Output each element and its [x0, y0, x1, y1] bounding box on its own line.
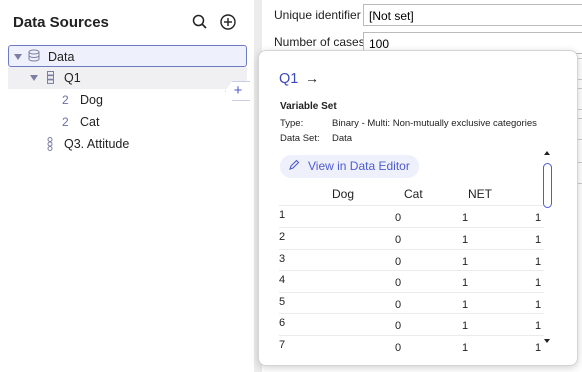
variable-set-icon — [47, 71, 54, 87]
cell-net: 1 — [535, 342, 542, 354]
row-id: 1 — [279, 209, 286, 221]
cell-dog: 0 — [395, 212, 402, 224]
cell-dog: 0 — [395, 342, 402, 354]
tree-item-label: Data — [48, 50, 75, 64]
row-id: 6 — [279, 317, 286, 329]
cell-dog: 0 — [395, 234, 402, 246]
cell-cat: 1 — [462, 342, 469, 354]
number-of-cases-label: Number of cases — [274, 35, 365, 49]
scrollbar-thumb[interactable] — [543, 163, 552, 208]
table-row: 5 0 1 1 — [279, 292, 544, 314]
unique-identifier-field[interactable]: [Not set] — [363, 4, 582, 26]
row-id: 7 — [279, 339, 286, 351]
scroll-up-arrow[interactable] — [544, 151, 550, 155]
dataset-value: Data — [332, 133, 353, 144]
type-label: Type: — [280, 118, 304, 129]
column-header-net: NET — [468, 187, 492, 201]
unique-identifier-label: Unique identifier — [274, 8, 361, 22]
column-header-cat: Cat — [404, 187, 423, 201]
view-in-data-editor-button[interactable]: View in Data Editor — [280, 155, 419, 178]
popup-title-link[interactable]: Q1 — [279, 71, 298, 87]
cell-net: 1 — [535, 277, 542, 289]
cell-dog: 0 — [395, 277, 402, 289]
tree-item-label: Cat — [80, 115, 100, 129]
ordinal-icon — [47, 137, 53, 154]
cell-net: 1 — [535, 256, 542, 268]
pencil-icon — [288, 159, 300, 174]
cell-dog: 0 — [395, 299, 402, 311]
row-id: 3 — [279, 253, 286, 265]
search-icon[interactable] — [191, 13, 209, 31]
table-row: 7 0 1 1 — [279, 335, 544, 357]
database-icon — [28, 49, 40, 65]
row-id: 4 — [279, 274, 286, 286]
tree-item-dog[interactable]: 2 Dog — [8, 89, 247, 111]
column-header-dog: Dog — [332, 187, 355, 201]
button-label: View in Data Editor — [308, 159, 410, 173]
cell-dog: 0 — [395, 256, 402, 268]
panel-title: Data Sources — [13, 14, 109, 31]
table-row: 1 0 1 1 — [279, 205, 544, 227]
add-circle-icon[interactable] — [219, 13, 237, 31]
dataset-label: Data Set: — [280, 133, 320, 144]
chevron-down-icon[interactable] — [14, 54, 22, 60]
table-row: 2 0 1 1 — [279, 227, 544, 249]
cell-cat: 1 — [462, 320, 469, 332]
type-value: Binary - Multi: Non-mutually exclusive c… — [332, 118, 537, 129]
numeric-icon: 2 — [62, 93, 69, 107]
tree-item-label: Q1 — [64, 71, 81, 85]
tree-item-q1[interactable]: Q1 — [8, 67, 247, 89]
scroll-down-arrow[interactable] — [544, 339, 550, 343]
cell-cat: 1 — [462, 234, 469, 246]
table-row: 4 0 1 1 — [279, 270, 544, 292]
arrow-right-icon[interactable]: → — [305, 70, 319, 86]
row-id: 5 — [279, 296, 286, 308]
table-row: 3 0 1 1 — [279, 249, 544, 271]
table-row: 6 0 1 1 — [279, 313, 544, 335]
cell-net: 1 — [535, 212, 542, 224]
cell-net: 1 — [535, 320, 542, 332]
cell-cat: 1 — [462, 212, 469, 224]
tree-item-label: Dog — [80, 93, 103, 107]
tree-item-label: Q3. Attitude — [64, 137, 130, 151]
numeric-icon: 2 — [62, 115, 69, 129]
cell-cat: 1 — [462, 299, 469, 311]
cell-dog: 0 — [395, 320, 402, 332]
variable-preview-popup: Q1 → Variable Set Type: Binary - Multi: … — [258, 50, 578, 366]
data-sources-panel: Data Sources Data Q1 2 Dog 2 Cat Q3. Att… — [0, 0, 254, 372]
chevron-down-icon[interactable] — [30, 75, 38, 81]
cell-cat: 1 — [462, 256, 469, 268]
tree-item-data[interactable]: Data — [8, 45, 247, 67]
tree-item-q3-attitude[interactable]: Q3. Attitude — [8, 133, 247, 155]
cell-cat: 1 — [462, 277, 469, 289]
tree-item-cat[interactable]: 2 Cat — [8, 111, 247, 133]
cell-net: 1 — [535, 234, 542, 246]
row-id: 2 — [279, 231, 286, 243]
popup-heading: Variable Set — [280, 101, 337, 112]
cell-net: 1 — [535, 299, 542, 311]
